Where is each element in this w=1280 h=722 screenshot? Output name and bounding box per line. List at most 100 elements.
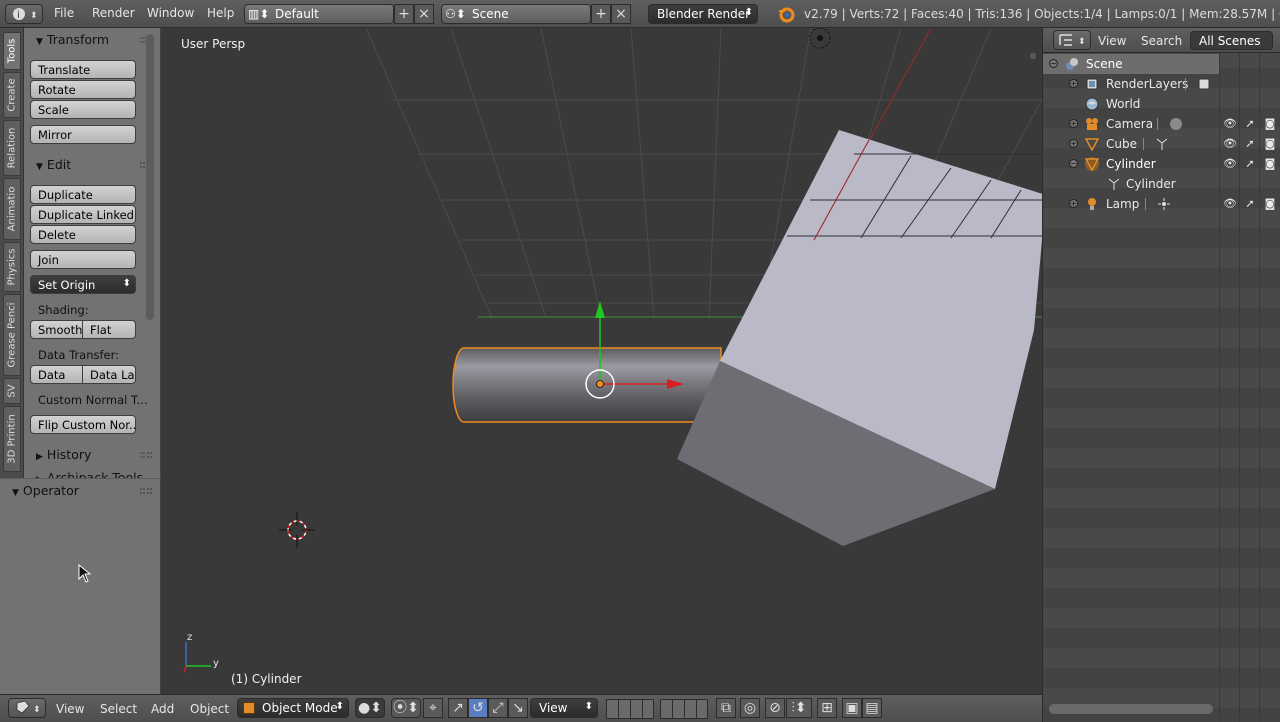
menu-window[interactable]: Window [147, 6, 194, 20]
duplicate-button[interactable]: Duplicate [30, 185, 136, 204]
join-button[interactable]: Join [30, 250, 136, 269]
outliner-menu-view[interactable]: View [1098, 34, 1126, 48]
remove-screen-icon[interactable]: × [414, 4, 434, 24]
menu-add[interactable]: Add [151, 702, 174, 716]
menu-file[interactable]: File [54, 6, 74, 20]
data-layout-button[interactable]: Data La [82, 365, 136, 384]
tab-relation[interactable]: Relation [3, 120, 21, 176]
viewport-shading-select[interactable]: ●⬍ [355, 698, 385, 718]
scale-button[interactable]: Scale [30, 100, 136, 119]
outliner-menu-search[interactable]: Search [1141, 34, 1182, 48]
proportional-edit-icon[interactable]: ◎ [740, 698, 760, 718]
outliner-horizontal-scrollbar[interactable] [1049, 704, 1213, 714]
tab-tools[interactable]: Tools [3, 32, 21, 70]
pivot-point-select[interactable]: ⦿⬍ [391, 698, 421, 718]
render-animation-icon[interactable]: ▤ [862, 698, 882, 718]
editor-type-button[interactable]: ⬍ [1053, 30, 1091, 50]
flat-button[interactable]: Flat [82, 320, 136, 339]
tab-physics[interactable]: Physics [3, 242, 21, 292]
lamp-object[interactable] [809, 28, 831, 49]
outliner-row-renderlayers[interactable]: + RenderLayers [1043, 74, 1219, 94]
smooth-button[interactable]: Smooth [30, 320, 83, 339]
mirror-button[interactable]: Mirror [30, 125, 136, 144]
menu-help[interactable]: Help [207, 6, 234, 20]
duplicate-linked-button[interactable]: Duplicate Linked [30, 205, 136, 224]
render-opengl-icon[interactable]: ▣ [842, 698, 862, 718]
visibility-eye-icon[interactable]: 👁 [1223, 117, 1237, 131]
3d-viewport[interactable]: z y User Persp (1) Cylinder [161, 28, 1042, 694]
manipulator-toggle[interactable]: ⌖ [423, 698, 443, 718]
selectable-arrow-icon[interactable]: ➚ [1243, 117, 1257, 131]
outliner-row-cylinder-mesh[interactable]: Cylinder [1043, 174, 1219, 194]
add-screen-icon[interactable]: + [394, 4, 414, 24]
add-scene-icon[interactable]: + [591, 4, 611, 24]
tab-grease-pencil[interactable]: Grease Penci [3, 294, 21, 376]
display-mode-select[interactable]: All Scenes [1190, 31, 1273, 50]
tab-sv[interactable]: SV [3, 378, 21, 404]
tab-animation[interactable]: Animatio [3, 178, 21, 240]
outliner-row-cylinder[interactable]: − Cylinder 👁 ➚ ◙ [1043, 154, 1275, 174]
collapse-icon[interactable]: − [1069, 159, 1078, 168]
menu-view[interactable]: View [56, 702, 84, 716]
area-split-widget[interactable] [1028, 51, 1038, 61]
outliner-row-world[interactable]: World [1043, 94, 1219, 114]
translate-button[interactable]: Translate [30, 60, 136, 79]
remove-scene-icon[interactable]: × [611, 4, 631, 24]
snap-target-icon[interactable]: ⊞ [817, 698, 837, 718]
manipulator-extra-toggle[interactable]: ↘ [508, 698, 528, 718]
renderable-camera-icon[interactable]: ◙ [1263, 157, 1277, 171]
operator-panel-header[interactable]: ▼ Operator [12, 483, 79, 498]
delete-button[interactable]: Delete [30, 225, 136, 244]
snap-element-select[interactable]: ⫶⬍ [786, 698, 812, 718]
tab-create[interactable]: Create [3, 72, 21, 118]
history-panel-header[interactable]: ▶ History [36, 447, 91, 462]
editor-type-button[interactable]: i ⬍ [5, 4, 43, 24]
rotate-manipulator-toggle[interactable]: ↺ [468, 698, 488, 718]
tab-3d-printing[interactable]: 3D Printin [3, 406, 21, 472]
render-engine-select[interactable]: Blender Render ⬍ [648, 4, 758, 24]
selectable-arrow-icon[interactable]: ➚ [1243, 157, 1257, 171]
cylinder-object[interactable] [452, 347, 722, 423]
expand-icon[interactable]: + [1069, 139, 1078, 148]
selectable-arrow-icon[interactable]: ➚ [1243, 137, 1257, 151]
expand-icon[interactable]: + [1069, 199, 1078, 208]
tool-shelf-scrollbar[interactable] [146, 34, 154, 320]
flip-custom-normals-button[interactable]: Flip Custom Nor... [30, 415, 136, 434]
translate-manipulator-toggle[interactable]: ↗ [448, 698, 468, 718]
renderable-camera-icon[interactable]: ◙ [1263, 117, 1277, 131]
3d-view-editor-icon: ⬍ [16, 700, 41, 715]
renderable-camera-icon[interactable]: ◙ [1263, 197, 1277, 211]
layers-group-1[interactable] [606, 699, 654, 719]
outliner-row-cube[interactable]: + Cube 👁 ➚ ◙ [1043, 134, 1275, 154]
panel-grip-icon[interactable] [140, 488, 152, 494]
snap-toggle-icon[interactable]: ⊘ [765, 698, 785, 718]
3d-cursor[interactable] [279, 512, 315, 548]
menu-render[interactable]: Render [92, 6, 135, 20]
rotate-button[interactable]: Rotate [30, 80, 136, 99]
visibility-eye-icon[interactable]: 👁 [1223, 157, 1237, 171]
cube-object[interactable] [677, 130, 1042, 546]
expand-icon[interactable]: + [1069, 79, 1078, 88]
transform-panel-header[interactable]: ▼ Transform [36, 32, 109, 47]
outliner-row-scene[interactable]: − Scene [1043, 54, 1219, 74]
panel-grip-icon[interactable] [140, 452, 152, 458]
editor-type-button[interactable]: ⬍ [8, 698, 46, 718]
outliner-row-lamp[interactable]: + Lamp 👁 ➚ ◙ [1043, 194, 1275, 214]
transform-orientation-select[interactable]: View ⬍ [530, 698, 598, 718]
lock-layers-icon[interactable]: ⧉ [716, 698, 736, 718]
menu-object[interactable]: Object [190, 702, 229, 716]
outliner-row-camera[interactable]: + Camera 👁 ➚ ◙ [1043, 114, 1275, 134]
layers-group-2[interactable] [660, 699, 708, 719]
expand-icon[interactable]: + [1069, 119, 1078, 128]
menu-select[interactable]: Select [100, 702, 137, 716]
scale-manipulator-toggle[interactable]: ⤢ [488, 698, 508, 718]
collapse-icon[interactable]: − [1049, 59, 1058, 68]
selectable-arrow-icon[interactable]: ➚ [1243, 197, 1257, 211]
visibility-eye-icon[interactable]: 👁 [1223, 197, 1237, 211]
renderable-camera-icon[interactable]: ◙ [1263, 137, 1277, 151]
visibility-eye-icon[interactable]: 👁 [1223, 137, 1237, 151]
set-origin-select[interactable]: Set Origin ⬍ [30, 275, 136, 294]
archipack-panel-header[interactable]: ▶Archipack Tools [36, 470, 143, 478]
edit-panel-header[interactable]: ▼ Edit [36, 157, 71, 172]
data-button[interactable]: Data [30, 365, 83, 384]
